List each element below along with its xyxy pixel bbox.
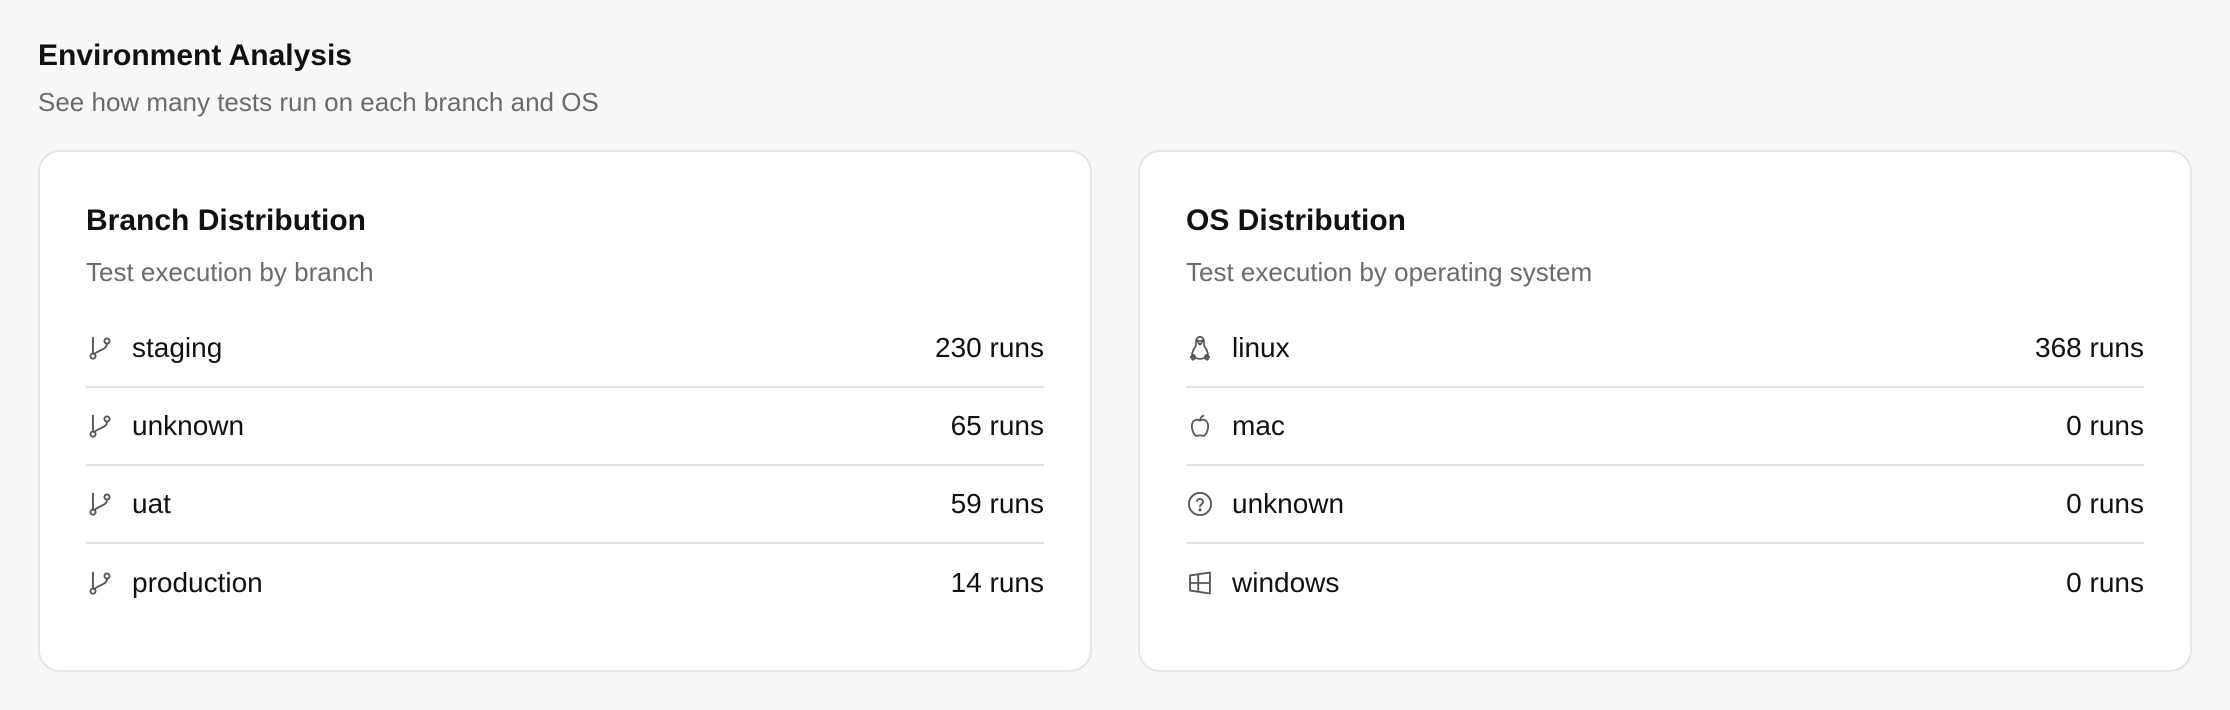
branch-row-left: production xyxy=(86,566,263,600)
os-run-count: 0 runs xyxy=(2066,488,2144,519)
branch-label: uat xyxy=(132,488,171,519)
branch-card-title: Branch Distribution xyxy=(86,204,367,237)
section-subtitle: See how many tests run on each branch an… xyxy=(38,87,599,117)
branch-row-unknown: unknown 65 runs xyxy=(86,388,1044,466)
branch-label: staging xyxy=(132,332,223,363)
section-title: Environment Analysis xyxy=(38,39,352,72)
git-branch-icon xyxy=(86,334,114,362)
os-run-count: 368 runs xyxy=(2035,332,2144,363)
git-branch-icon xyxy=(86,569,114,597)
apple-icon xyxy=(1186,412,1214,440)
branch-card-subtitle: Test execution by branch xyxy=(86,257,374,287)
os-row-left: linux xyxy=(1186,331,1290,365)
os-row-left: unknown xyxy=(1186,487,1344,521)
branch-row-production: production 14 runs xyxy=(86,544,1044,622)
os-label: unknown xyxy=(1232,488,1345,519)
os-distribution-card: OS Distribution Test execution by operat… xyxy=(1138,150,2192,672)
windows-icon xyxy=(1186,569,1214,597)
branch-row-left: unknown xyxy=(86,409,244,443)
os-row-left: windows xyxy=(1186,566,1339,600)
os-label: windows xyxy=(1232,567,1340,598)
os-row-unknown: unknown 0 runs xyxy=(1186,466,2144,544)
os-row-windows: windows 0 runs xyxy=(1186,544,2144,622)
branch-run-count: 14 runs xyxy=(950,567,1044,598)
branch-run-count: 59 runs xyxy=(950,488,1044,519)
branch-list: staging 230 runs unknown 65 runs uat 59 … xyxy=(86,310,1044,622)
git-branch-icon xyxy=(86,412,114,440)
os-card-title: OS Distribution xyxy=(1186,204,1406,237)
os-list: linux 368 runs mac 0 runs unknown 0 runs… xyxy=(1186,310,2144,622)
os-label: mac xyxy=(1232,410,1285,441)
branch-row-left: staging xyxy=(86,331,222,365)
linux-icon xyxy=(1186,334,1214,362)
branch-label: unknown xyxy=(132,410,245,441)
branch-row-left: uat xyxy=(86,487,171,521)
distribution-cards: Branch Distribution Test execution by br… xyxy=(38,150,2192,672)
os-card-subtitle: Test execution by operating system xyxy=(1186,257,1593,287)
os-row-left: mac xyxy=(1186,409,1285,443)
os-run-count: 0 runs xyxy=(2066,410,2144,441)
environment-analysis-page: Environment Analysis See how many tests … xyxy=(0,0,2230,710)
branch-distribution-card: Branch Distribution Test execution by br… xyxy=(38,150,1092,672)
branch-row-uat: uat 59 runs xyxy=(86,466,1044,544)
branch-run-count: 230 runs xyxy=(935,332,1044,363)
os-run-count: 0 runs xyxy=(2066,567,2144,598)
os-row-mac: mac 0 runs xyxy=(1186,388,2144,466)
branch-label: production xyxy=(132,567,263,598)
git-branch-icon xyxy=(86,490,114,518)
os-row-linux: linux 368 runs xyxy=(1186,310,2144,388)
branch-run-count: 65 runs xyxy=(950,410,1044,441)
os-label: linux xyxy=(1232,332,1290,363)
branch-row-staging: staging 230 runs xyxy=(86,310,1044,388)
question-circle-icon xyxy=(1186,490,1214,518)
